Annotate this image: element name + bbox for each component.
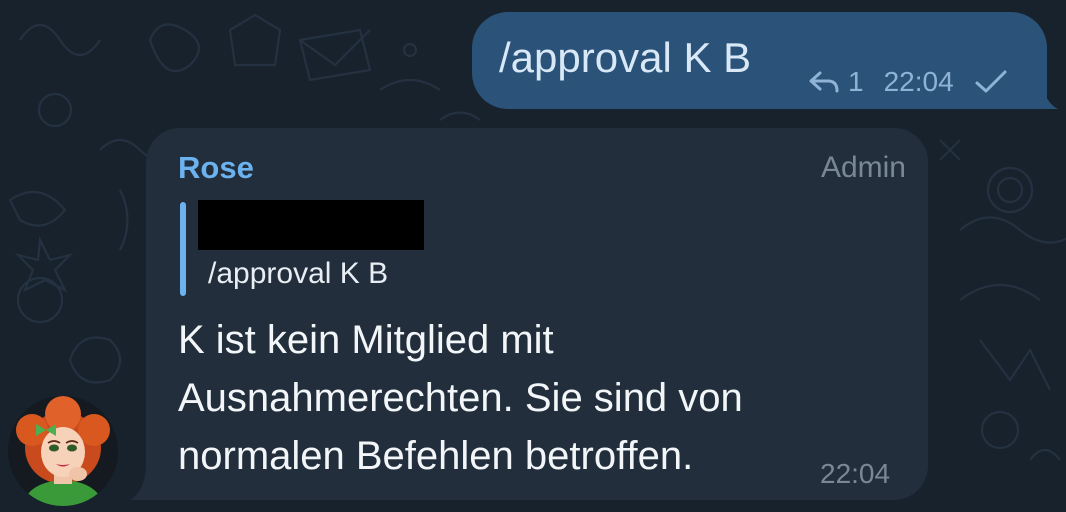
incoming-message-time: 22:04 [820, 458, 891, 489]
outgoing-message-time: 22:04 [883, 66, 954, 97]
reply-arrow-icon[interactable] [808, 70, 840, 94]
outgoing-message-text: /approval K B [499, 34, 752, 81]
quoted-message-text[interactable]: /approval K B [208, 256, 388, 292]
incoming-bubble-tail [130, 468, 154, 500]
avatar[interactable] [8, 396, 118, 506]
message-line: Ausnahmerechten. Sie sind von [178, 376, 743, 420]
message-line: normalen Befehlen betroffen. [178, 434, 694, 478]
avatar-illustration [8, 396, 118, 506]
message-line: K ist kein Mitglied mit [178, 318, 554, 362]
reply-quote-bar [180, 202, 186, 296]
sender-name[interactable]: Rose [178, 150, 254, 186]
reply-count[interactable]: 1 [848, 66, 864, 98]
outgoing-message-meta: 1 22:04 [808, 62, 1008, 102]
outgoing-bubble-tail [1036, 80, 1058, 109]
check-icon [975, 70, 1007, 93]
quoted-author-redacted [198, 200, 424, 250]
sender-role-badge: Admin [820, 151, 906, 184]
incoming-message-text: K ist kein Mitglied mit Ausnahmerechten.… [178, 311, 868, 485]
